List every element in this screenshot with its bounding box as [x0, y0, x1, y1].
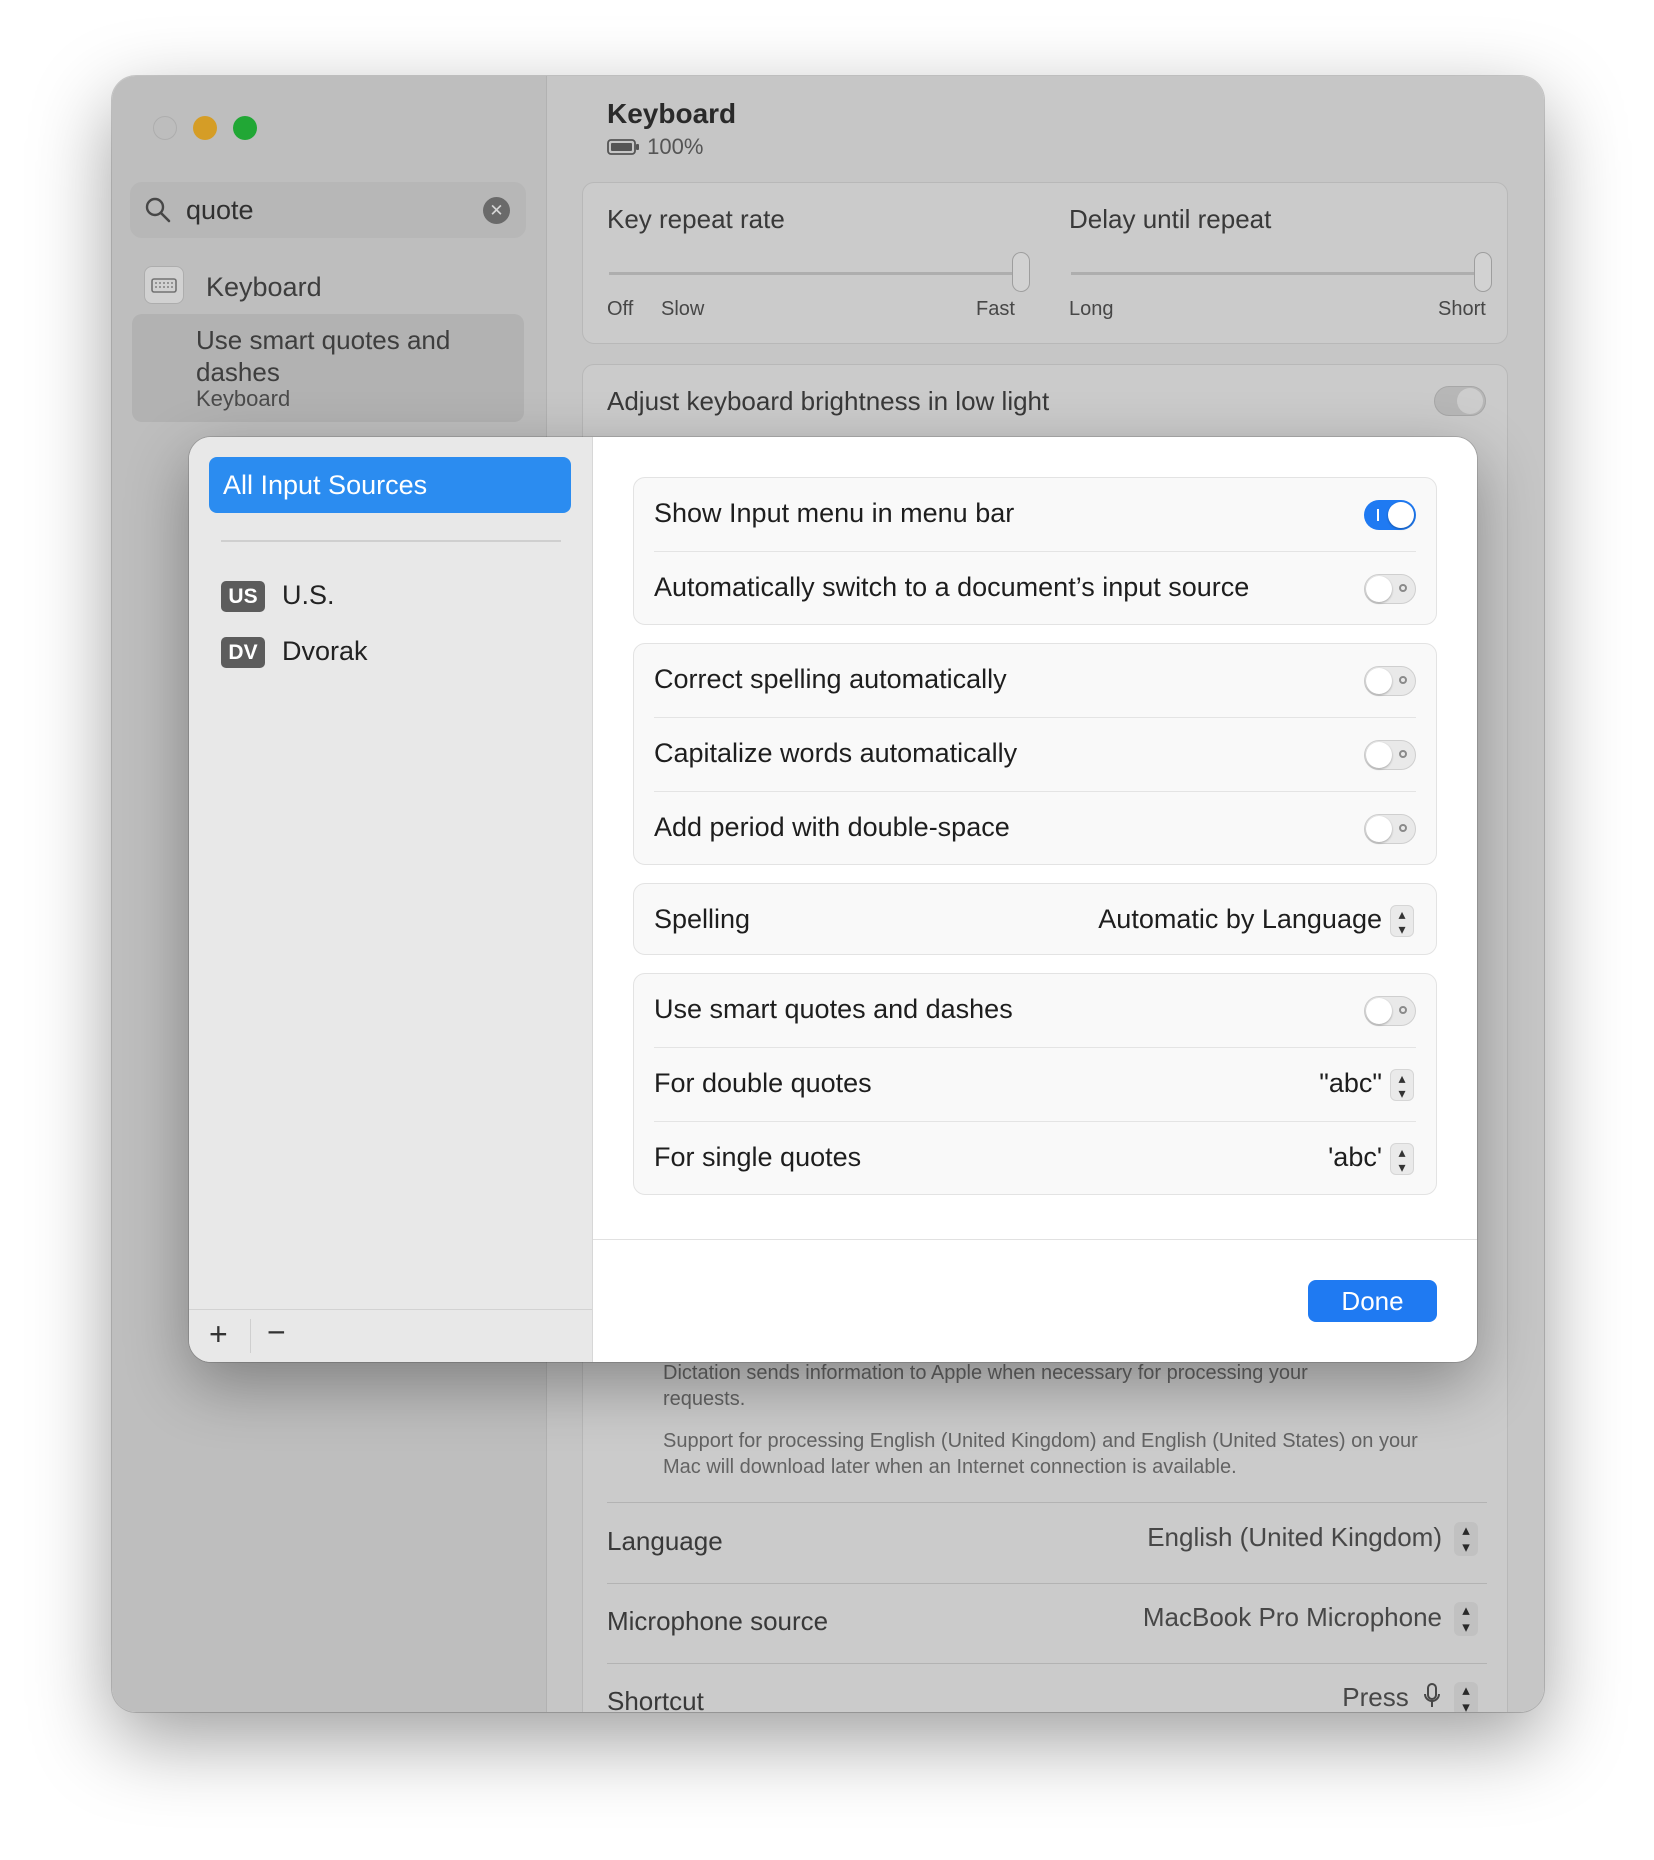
- typing-group: Correct spelling automatically Capitaliz…: [633, 643, 1437, 865]
- spelling-label: Spelling: [654, 904, 751, 934]
- auto-switch-toggle[interactable]: [1364, 574, 1416, 604]
- single-quotes-row: For single quotes 'abc' ▴ ▾: [634, 1122, 1436, 1196]
- double-quotes-value: "abc": [1319, 1068, 1382, 1098]
- input-source-name: Dvorak: [282, 636, 368, 666]
- correct-spelling-row: Correct spelling automatically: [634, 644, 1436, 718]
- double-space-period-toggle[interactable]: [1364, 814, 1416, 844]
- smart-quotes-group: Use smart quotes and dashes For double q…: [633, 973, 1437, 1195]
- smart-quotes-label: Use smart quotes and dashes: [654, 994, 1013, 1024]
- input-sources-sidebar: All Input Sources US U.S. DV Dvorak + −: [189, 437, 593, 1362]
- spelling-value: Automatic by Language: [1098, 904, 1382, 934]
- spelling-row: Spelling Automatic by Language ▴ ▾: [634, 884, 1436, 958]
- done-button[interactable]: Done: [1308, 1280, 1437, 1322]
- correct-spelling-label: Correct spelling automatically: [654, 664, 1007, 694]
- stepper-icon: ▴ ▾: [1390, 1068, 1414, 1101]
- double-quotes-popup[interactable]: "abc" ▴ ▾: [1319, 1068, 1414, 1101]
- input-source-badge: US: [221, 581, 265, 612]
- capitalize-toggle[interactable]: [1364, 740, 1416, 770]
- footer-divider: [250, 1319, 251, 1353]
- show-input-menu-label: Show Input menu in menu bar: [654, 498, 1015, 528]
- remove-source-button[interactable]: −: [267, 1314, 286, 1351]
- show-input-menu-toggle[interactable]: [1364, 500, 1416, 530]
- stepper-icon: ▴ ▾: [1390, 904, 1414, 937]
- double-space-period-label: Add period with double-space: [654, 812, 1010, 842]
- double-space-period-row: Add period with double-space: [634, 792, 1436, 866]
- auto-switch-row: Automatically switch to a document’s inp…: [634, 552, 1436, 626]
- single-quotes-label: For single quotes: [654, 1142, 862, 1172]
- input-source-name: U.S.: [282, 580, 335, 610]
- add-source-button[interactable]: +: [209, 1316, 228, 1353]
- menu-bar-group: Show Input menu in menu bar Automaticall…: [633, 477, 1437, 625]
- auto-switch-label: Automatically switch to a document’s inp…: [654, 572, 1250, 602]
- capitalize-row: Capitalize words automatically: [634, 718, 1436, 792]
- capitalize-label: Capitalize words automatically: [654, 738, 1018, 768]
- input-source-badge: DV: [221, 637, 265, 668]
- spelling-popup[interactable]: Automatic by Language ▴ ▾: [1098, 904, 1414, 937]
- smart-quotes-row: Use smart quotes and dashes: [634, 974, 1436, 1048]
- smart-quotes-toggle[interactable]: [1364, 996, 1416, 1026]
- single-quotes-value: 'abc': [1328, 1142, 1382, 1172]
- all-input-sources-item[interactable]: All Input Sources: [209, 457, 571, 513]
- spelling-group: Spelling Automatic by Language ▴ ▾: [633, 883, 1437, 955]
- sidebar-footer: + −: [189, 1309, 592, 1362]
- stepper-icon: ▴ ▾: [1390, 1142, 1414, 1175]
- sidebar-divider: [221, 540, 561, 542]
- double-quotes-row: For double quotes "abc" ▴ ▾: [634, 1048, 1436, 1122]
- input-sources-sheet: All Input Sources US U.S. DV Dvorak + − …: [189, 437, 1477, 1362]
- single-quotes-popup[interactable]: 'abc' ▴ ▾: [1328, 1142, 1414, 1175]
- show-input-menu-row: Show Input menu in menu bar: [634, 478, 1436, 552]
- input-sources-settings: Show Input menu in menu bar Automaticall…: [593, 437, 1477, 1362]
- double-quotes-label: For double quotes: [654, 1068, 872, 1098]
- footer-divider: [593, 1239, 1477, 1240]
- correct-spelling-toggle[interactable]: [1364, 666, 1416, 696]
